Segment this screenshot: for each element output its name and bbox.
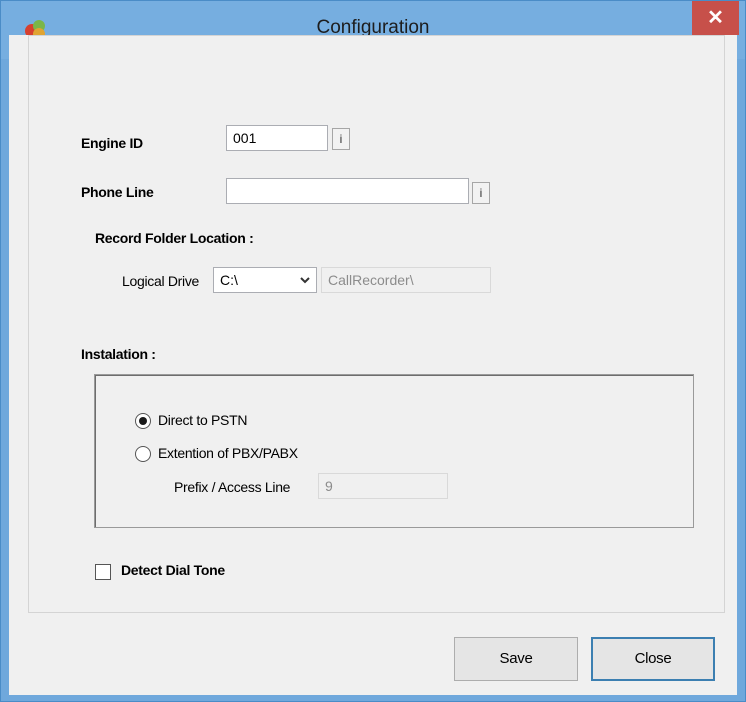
engine-id-input[interactable]: 001 bbox=[226, 125, 328, 151]
pbx-extension-radio[interactable] bbox=[135, 446, 151, 462]
logical-drive-value: C:\ bbox=[220, 272, 238, 288]
installation-group: Direct to PSTN Extention of PBX/PABX Pre… bbox=[94, 374, 694, 528]
pbx-extension-label: Extention of PBX/PABX bbox=[158, 445, 298, 461]
close-window-button[interactable]: ✕ bbox=[692, 1, 739, 35]
save-button[interactable]: Save bbox=[454, 637, 578, 681]
close-button[interactable]: Close bbox=[591, 637, 715, 681]
phone-line-input[interactable] bbox=[226, 178, 469, 204]
logical-drive-label: Logical Drive bbox=[122, 273, 200, 289]
configuration-window: Configuration ✕ Engine ID 001 i Phone Li… bbox=[0, 0, 746, 702]
installation-heading: Instalation : bbox=[81, 346, 156, 362]
phone-line-label: Phone Line bbox=[81, 184, 154, 200]
phone-line-info-button[interactable]: i bbox=[472, 182, 490, 204]
settings-group: Engine ID 001 i Phone Line i Record Fold… bbox=[28, 35, 725, 613]
prefix-access-line-label: Prefix / Access Line bbox=[174, 479, 291, 495]
engine-id-info-button[interactable]: i bbox=[332, 128, 350, 150]
radio-selected-dot bbox=[139, 417, 147, 425]
dialog-body: Engine ID 001 i Phone Line i Record Fold… bbox=[9, 35, 737, 695]
direct-pstn-label: Direct to PSTN bbox=[158, 412, 248, 428]
detect-dial-tone-checkbox[interactable] bbox=[95, 564, 111, 580]
prefix-access-line-input[interactable]: 9 bbox=[318, 473, 448, 499]
record-folder-heading: Record Folder Location : bbox=[95, 230, 254, 246]
engine-id-label: Engine ID bbox=[81, 135, 143, 151]
record-folder-input[interactable]: CallRecorder\ bbox=[321, 267, 491, 293]
chevron-down-icon bbox=[300, 277, 310, 284]
detect-dial-tone-label: Detect Dial Tone bbox=[121, 562, 225, 578]
direct-pstn-radio[interactable] bbox=[135, 413, 151, 429]
logical-drive-select[interactable]: C:\ bbox=[213, 267, 317, 293]
